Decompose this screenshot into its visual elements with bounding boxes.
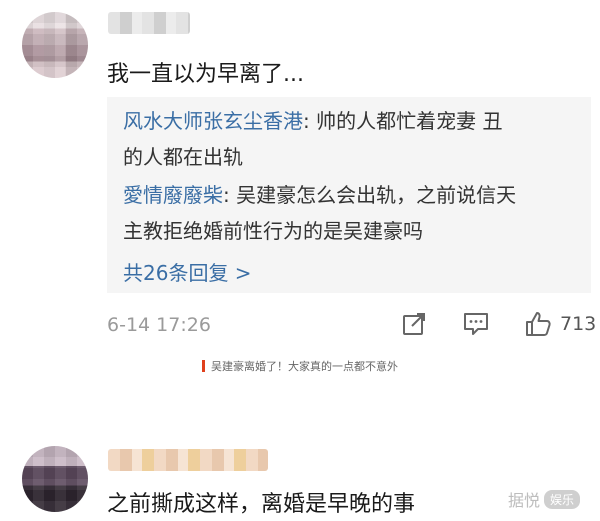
username-blurred[interactable] [108, 449, 268, 471]
comment-timestamp: 6-14 17:26 [107, 314, 211, 336]
watermark-badge: 娱乐 [544, 489, 581, 509]
reply-text: 帅的人都忙着宠妻 丑 [316, 109, 503, 133]
like-count: 713 [560, 313, 597, 335]
image-caption: 吴建豪离婚了！大家真的一点都不意外 [202, 358, 398, 374]
reply-text: 吴建豪怎么会出轨，之前说信天 [236, 183, 517, 207]
comment-text: 我一直以为早离了... [107, 62, 304, 87]
reply-username[interactable]: 愛情廢廢柴 [123, 183, 223, 207]
more-replies-link[interactable]: 共26条回复 > [123, 257, 252, 286]
reply-item: 愛情廢廢柴: 吴建豪怎么会出轨，之前说信天 主教拒绝婚前性行为的是吴建豪吗 [123, 183, 517, 243]
avatar[interactable] [22, 12, 88, 78]
reply-item: 风水大师张玄尘香港: 帅的人都忙着宠妻 丑 的人都在出轨 [123, 109, 503, 169]
reply-box[interactable]: 风水大师张玄尘香港: 帅的人都忙着宠妻 丑 的人都在出轨 愛情廢廢柴: 吴建豪怎… [107, 97, 591, 293]
thumbs-up-icon [526, 312, 551, 336]
username-blurred[interactable] [108, 12, 190, 34]
comment-button[interactable] [462, 310, 490, 338]
watermark: 据悦 娱乐 [508, 487, 581, 511]
like-button[interactable]: 713 [524, 310, 596, 338]
comment-icon [464, 313, 488, 335]
reply-text: 的人都在出轨 [123, 145, 243, 169]
share-icon [403, 313, 425, 335]
reply-username[interactable]: 风水大师张玄尘香港 [123, 109, 303, 133]
reply-text: 主教拒绝婚前性行为的是吴建豪吗 [123, 219, 423, 243]
share-button[interactable] [401, 310, 427, 338]
caption-marker [202, 360, 205, 372]
watermark-text: 据悦 [508, 491, 541, 510]
caption-text: 吴建豪离婚了！大家真的一点都不意外 [211, 360, 398, 373]
separator [0, 398, 600, 438]
comment-text: 之前撕成这样，离婚是早晚的事 [107, 492, 416, 517]
avatar[interactable] [22, 446, 88, 512]
